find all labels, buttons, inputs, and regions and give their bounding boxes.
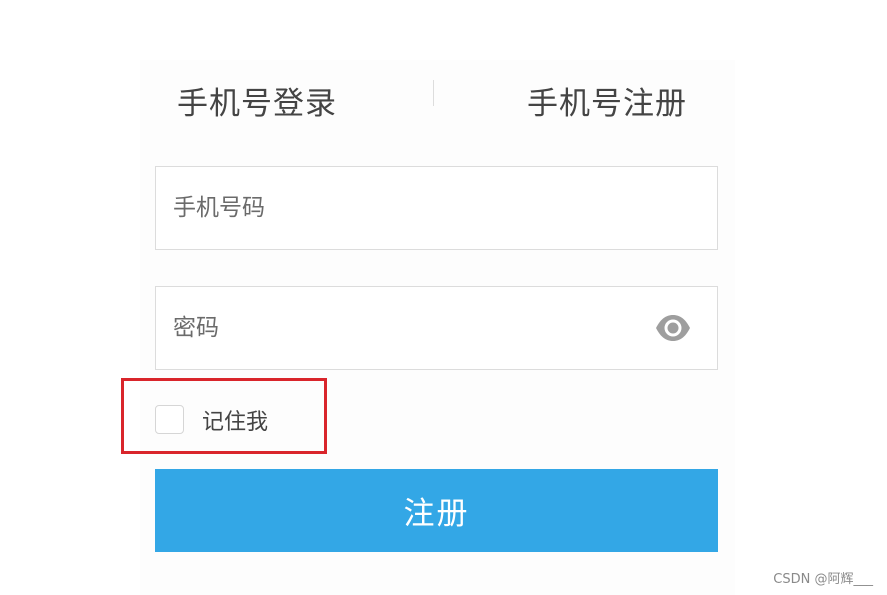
password-field (155, 286, 718, 370)
tab-divider (433, 80, 434, 106)
auth-tabs: 手机号登录 手机号注册 (155, 70, 718, 125)
register-button[interactable]: 注册 (155, 469, 718, 552)
phone-input[interactable] (156, 167, 717, 249)
tab-phone-login[interactable]: 手机号登录 (177, 78, 337, 123)
highlight-box (121, 378, 327, 454)
tab-phone-register[interactable]: 手机号注册 (527, 78, 687, 123)
phone-field (155, 166, 718, 250)
watermark: CSDN @阿辉___ (773, 572, 873, 587)
password-input[interactable] (156, 287, 717, 369)
eye-icon[interactable] (655, 313, 691, 343)
